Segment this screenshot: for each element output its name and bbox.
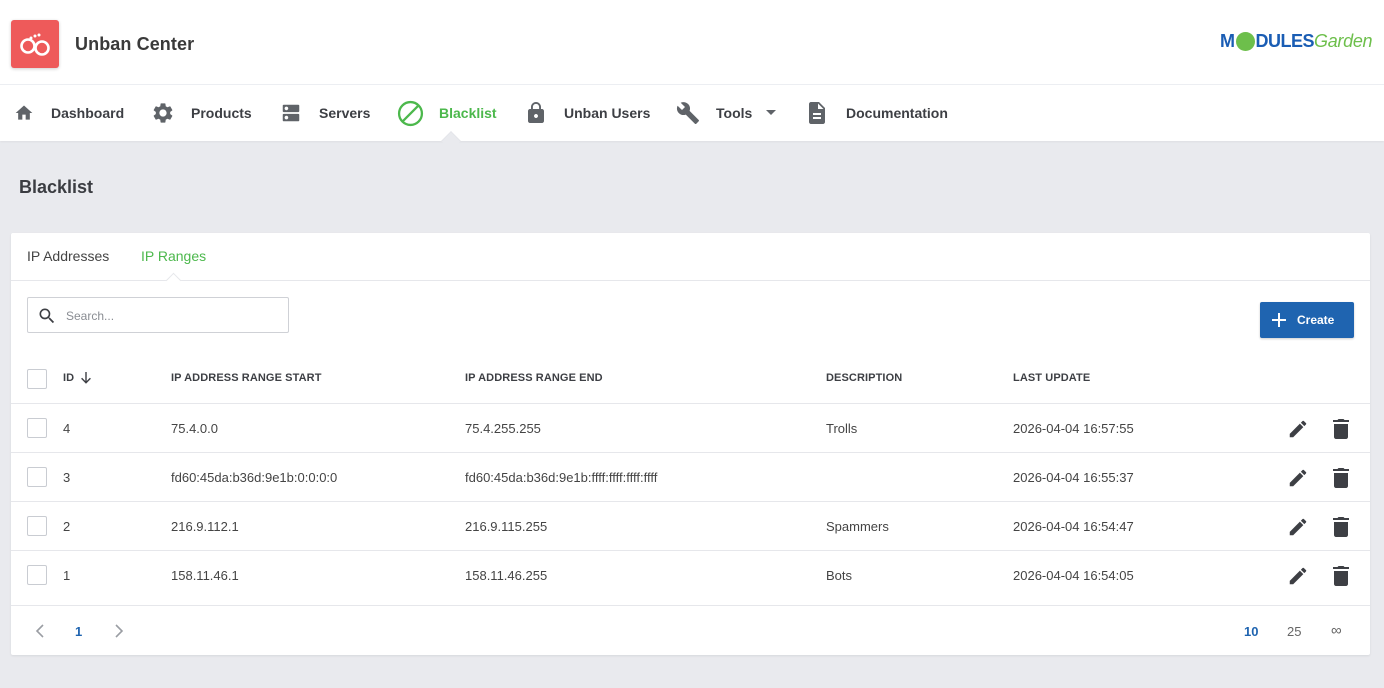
nav-item-servers[interactable]: Servers: [280, 85, 370, 141]
cell-range-end: 75.4.255.255: [465, 421, 541, 436]
blacklist-card: IP Addresses IP Ranges Create ID IP ADDR…: [11, 233, 1370, 655]
tab-ip-ranges[interactable]: IP Ranges: [141, 248, 206, 264]
edit-icon[interactable]: [1287, 516, 1309, 538]
brand-text-garden: Garden: [1314, 30, 1373, 51]
nav-label: Blacklist: [439, 105, 497, 121]
table-row: 4 75.4.0.0 75.4.255.255 Trolls 2026-04-0…: [11, 404, 1370, 453]
table-footer: 1 10 25 ∞: [11, 605, 1370, 655]
column-header-label: ID: [63, 372, 75, 384]
nav-item-unban-users[interactable]: Unban Users: [526, 85, 650, 141]
column-header-range-end[interactable]: IP ADDRESS RANGE END: [465, 372, 603, 384]
server-icon: [282, 104, 300, 122]
nav-item-tools[interactable]: Tools: [676, 85, 777, 141]
cell-range-start: 216.9.112.1: [171, 519, 239, 534]
row-checkbox[interactable]: [27, 418, 47, 438]
nav-label: Dashboard: [51, 105, 125, 121]
nav-item-products[interactable]: Products: [151, 85, 252, 141]
column-header-id[interactable]: ID: [63, 372, 92, 384]
table-row: 3 fd60:45da:b36d:9e1b:0:0:0:0 fd60:45da:…: [11, 453, 1370, 502]
document-icon: [809, 102, 825, 124]
nav-label: Servers: [319, 105, 371, 121]
delete-icon[interactable]: [1331, 467, 1351, 489]
column-header-description[interactable]: DESCRIPTION: [826, 372, 902, 384]
app-logo-icon[interactable]: [11, 20, 59, 68]
caret-down-icon: [766, 110, 777, 115]
cell-range-start: fd60:45da:b36d:9e1b:0:0:0:0: [171, 470, 338, 485]
edit-icon[interactable]: [1287, 467, 1309, 489]
chevron-left-icon[interactable]: [35, 624, 45, 638]
app-title: Unban Center: [75, 34, 195, 54]
cell-description: Trolls: [826, 421, 858, 436]
cell-last-update: 2026-04-04 16:54:47: [1013, 519, 1134, 534]
brand-text-modules: DULES: [1255, 30, 1315, 51]
lock-icon: [528, 102, 544, 123]
row-checkbox[interactable]: [27, 516, 47, 536]
nav-label: Documentation: [846, 105, 948, 121]
tab-bar: IP Addresses IP Ranges: [11, 233, 1370, 289]
cell-range-start: 158.11.46.1: [171, 568, 239, 583]
page-title: Blacklist: [19, 177, 94, 197]
cell-description: Spammers: [826, 519, 889, 534]
create-button[interactable]: Create: [1260, 302, 1354, 338]
brand-logo[interactable]: M DULES Garden: [1220, 28, 1373, 54]
cell-range-end: 158.11.46.255: [465, 568, 548, 583]
home-icon: [15, 105, 33, 120]
row-checkbox[interactable]: [27, 565, 47, 585]
page-size-option[interactable]: 10: [1244, 624, 1258, 639]
cell-last-update: 2026-04-04 16:57:55: [1013, 421, 1134, 436]
cell-id: 4: [63, 421, 71, 436]
cell-id: 3: [63, 470, 71, 485]
cell-description: Bots: [826, 568, 853, 583]
table-header: ID IP ADDRESS RANGE START IP ADDRESS RAN…: [11, 354, 1370, 404]
chevron-right-icon[interactable]: [114, 624, 124, 638]
nav-item-documentation[interactable]: Documentation: [807, 85, 948, 141]
page-size-option[interactable]: ∞: [1331, 622, 1342, 639]
column-header-range-start[interactable]: IP ADDRESS RANGE START: [171, 372, 322, 384]
cell-last-update: 2026-04-04 16:55:37: [1013, 470, 1134, 485]
tab-ip-addresses[interactable]: IP Addresses: [27, 248, 109, 264]
select-all-checkbox[interactable]: [27, 369, 47, 389]
search-box[interactable]: [27, 297, 289, 333]
delete-icon[interactable]: [1331, 418, 1351, 440]
globe-icon: [1235, 31, 1255, 51]
table-row: 2 216.9.112.1 216.9.115.255 Spammers 202…: [11, 502, 1370, 551]
nav-item-dashboard[interactable]: Dashboard: [13, 85, 124, 141]
wrench-icon: [676, 102, 699, 124]
cell-id: 1: [63, 568, 71, 583]
cell-range-end: 216.9.115.255: [465, 519, 548, 534]
cell-last-update: 2026-04-04 16:54:05: [1013, 568, 1134, 583]
cell-range-end: fd60:45da:b36d:9e1b:ffff:ffff:ffff:ffff: [465, 470, 658, 485]
main-navigation: Dashboard Products Servers Blacklist Unb…: [0, 85, 1384, 151]
delete-icon[interactable]: [1331, 516, 1351, 538]
active-tab-indicator: [165, 272, 182, 289]
block-icon: [397, 100, 424, 126]
page-number[interactable]: 1: [75, 624, 82, 639]
nav-item-blacklist[interactable]: Blacklist: [397, 85, 497, 141]
search-input[interactable]: [66, 306, 276, 326]
nav-label: Tools: [716, 105, 753, 121]
edit-icon[interactable]: [1287, 418, 1309, 440]
cell-id: 2: [63, 519, 71, 534]
brand-text-m: M: [1220, 30, 1235, 51]
row-checkbox[interactable]: [27, 467, 47, 487]
page-size-option[interactable]: 25: [1287, 624, 1301, 639]
sort-desc-icon: [81, 372, 92, 384]
nav-label: Unban Users: [564, 105, 651, 121]
table-row: 1 158.11.46.1 158.11.46.255 Bots 2026-04…: [11, 551, 1370, 604]
cell-range-start: 75.4.0.0: [171, 421, 218, 436]
edit-icon[interactable]: [1287, 565, 1309, 587]
column-header-last-update[interactable]: LAST UPDATE: [1013, 372, 1090, 384]
search-icon: [39, 308, 55, 324]
gear-icon: [153, 103, 173, 123]
create-button-label: Create: [1297, 313, 1335, 327]
top-header: Unban Center M DULES Garden: [0, 0, 1384, 85]
nav-label: Products: [191, 105, 252, 121]
plus-icon: [1272, 313, 1286, 327]
delete-icon[interactable]: [1331, 565, 1351, 587]
